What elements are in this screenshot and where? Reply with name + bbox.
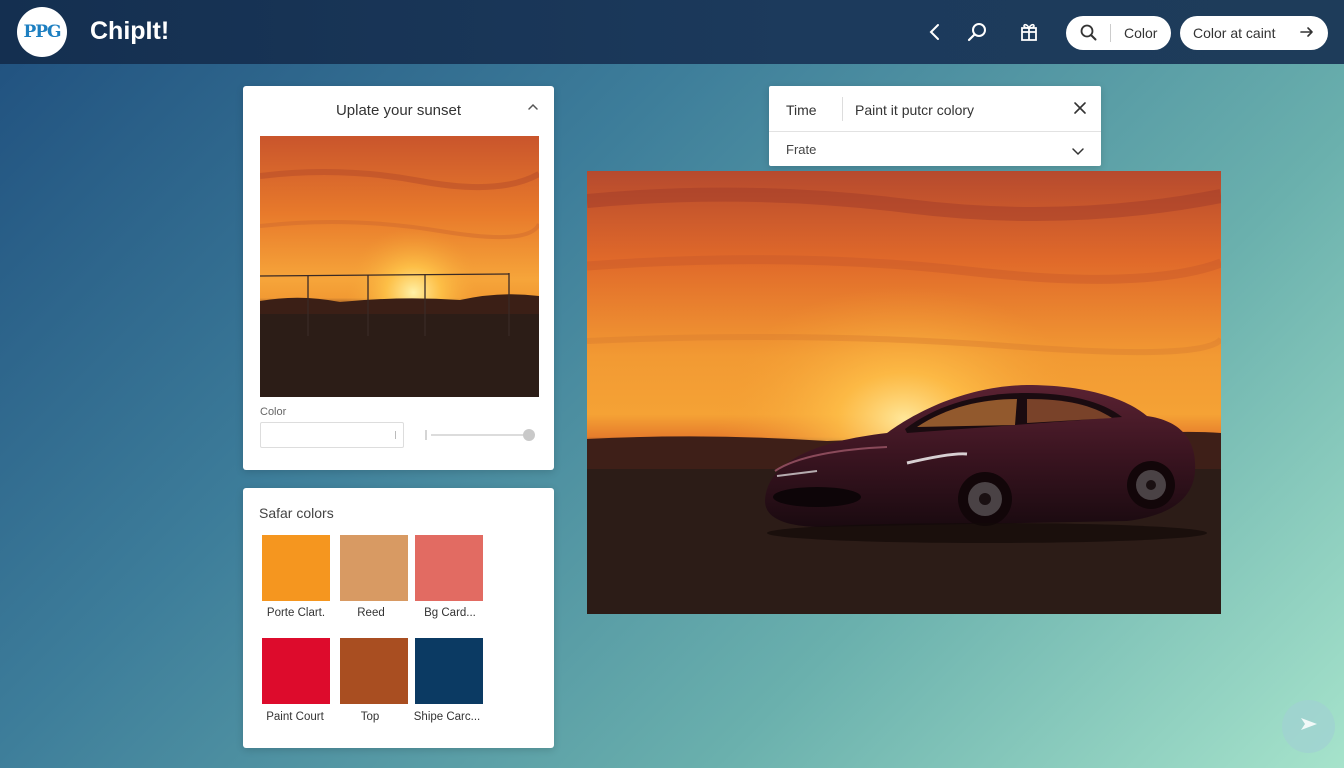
- color-at-caint-label: Color at caint: [1193, 25, 1276, 41]
- slider-track: [431, 434, 523, 436]
- sports-car-sunset-photo: [587, 171, 1221, 614]
- swatch-label: Bg Card...: [424, 607, 476, 619]
- swatch-bg-card[interactable]: [415, 535, 483, 601]
- time-divider: [842, 97, 843, 121]
- color-slider[interactable]: [425, 427, 535, 443]
- color-search-pill[interactable]: Color: [1066, 16, 1171, 50]
- chevron-left-icon[interactable]: [923, 20, 947, 44]
- time-row: Time Paint it putcr colory: [769, 86, 1101, 132]
- swatch-paint-court[interactable]: [262, 638, 330, 704]
- safar-colors-title: Safar colors: [259, 505, 334, 521]
- slider-start-mark: [425, 430, 427, 440]
- sunset-card-title: Uplate your sunset: [335, 102, 462, 119]
- time-label: Time: [786, 102, 817, 118]
- safar-colors-card: Safar colors Porte Clart. Reed Bg Card..…: [243, 488, 554, 748]
- color-search-label: Color: [1124, 25, 1158, 41]
- top-bar: PPG ChipIt! Color Color at caint: [0, 0, 1344, 64]
- swatch-label: Shipe Carc...: [413, 711, 481, 723]
- swatch-label: Porte Clart.: [266, 607, 326, 619]
- chevron-up-icon[interactable]: [527, 99, 539, 117]
- sunset-card: Uplate your sunset Color: [243, 86, 554, 470]
- swatch-label: Paint Court: [266, 711, 324, 723]
- color-at-caint-button[interactable]: Color at caint: [1180, 16, 1328, 50]
- search-icon: [1080, 24, 1097, 44]
- time-value-input[interactable]: Paint it putcr colory: [855, 102, 974, 118]
- color-field-label: Color: [260, 406, 287, 418]
- slider-thumb[interactable]: [523, 429, 535, 441]
- sunset-field-photo: [260, 136, 539, 397]
- send-icon: [1298, 713, 1320, 740]
- ppg-logo[interactable]: PPG: [17, 7, 67, 57]
- swatch-shipe-carc[interactable]: [415, 638, 483, 704]
- send-fab-button[interactable]: [1282, 700, 1335, 753]
- color-input[interactable]: [260, 422, 404, 448]
- chevron-down-icon: [1071, 143, 1085, 161]
- swatch-porte-clart[interactable]: [262, 535, 330, 601]
- swatch-label: Top: [360, 711, 380, 723]
- swatch-top[interactable]: [340, 638, 408, 704]
- input-caret: [395, 431, 399, 439]
- app-title: ChipIt!: [90, 17, 170, 45]
- frate-dropdown[interactable]: Frate: [769, 133, 1101, 166]
- gift-icon[interactable]: [1017, 20, 1041, 44]
- frate-label: Frate: [786, 142, 817, 157]
- pill-divider: [1110, 24, 1111, 42]
- time-dropdown-card: Time Paint it putcr colory Frate: [769, 86, 1101, 166]
- close-icon[interactable]: [1073, 101, 1087, 120]
- swatch-label: Reed: [357, 607, 385, 619]
- arrow-right-icon: [1300, 25, 1314, 42]
- swatch-reed[interactable]: [340, 535, 408, 601]
- search-icon[interactable]: [965, 20, 989, 44]
